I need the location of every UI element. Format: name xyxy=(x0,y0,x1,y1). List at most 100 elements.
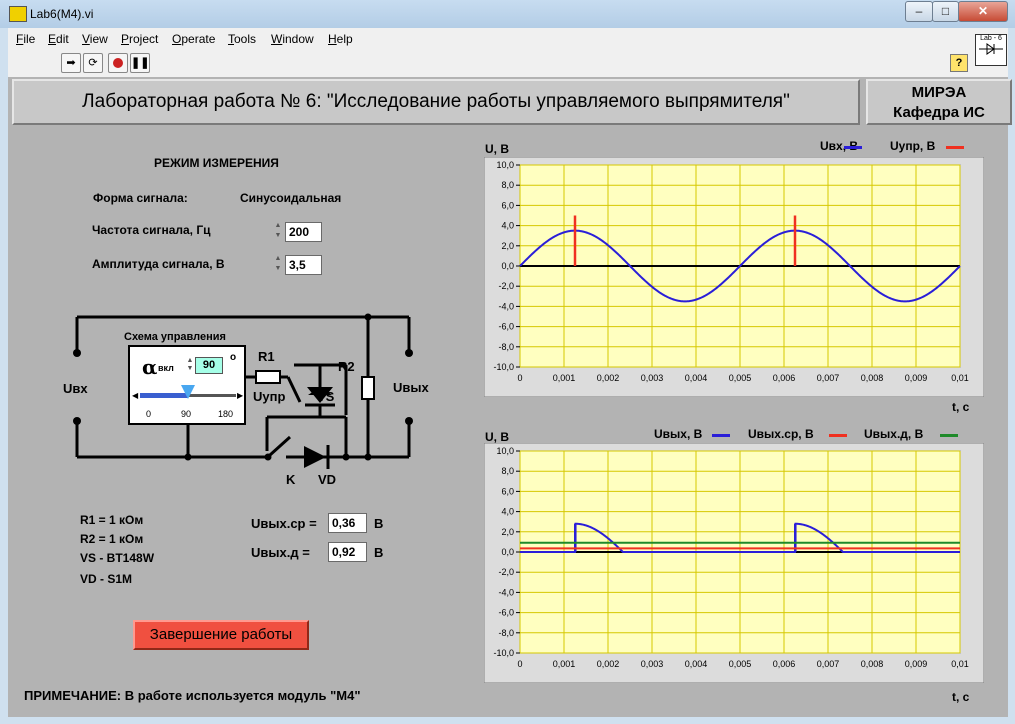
menu-project[interactable]: Project xyxy=(121,32,158,46)
increment-icon[interactable]: ▲ xyxy=(273,254,283,264)
graph2-legend-uavg-swatch xyxy=(829,434,847,437)
avg-voltage-label: Uвых.ср = xyxy=(251,516,317,531)
y-tick-label: 0,0 xyxy=(501,547,514,557)
y-tick-label: 0,0 xyxy=(501,261,514,271)
x-tick-label: 0,009 xyxy=(905,659,928,669)
y-tick-label: -8,0 xyxy=(498,628,514,638)
graph1-ylabel: U, В xyxy=(485,142,509,156)
menu-operate-label: perate xyxy=(181,32,216,46)
header-box: Лабораторная работа № 6: "Исследование р… xyxy=(12,79,860,125)
menu-view-accel: V xyxy=(82,32,90,46)
graph1-legend-uin-swatch xyxy=(844,146,862,149)
vi-icon-label: Lab - 6 xyxy=(980,35,1002,42)
y-tick-label: 4,0 xyxy=(501,221,514,231)
x-tick-label: 0,006 xyxy=(773,373,796,383)
freq-input[interactable]: 200 xyxy=(285,222,322,242)
alpha-spinner[interactable]: ▲ ▼ xyxy=(185,357,195,373)
menu-operate[interactable]: Operate xyxy=(172,32,215,46)
increment-icon[interactable]: ▲ xyxy=(185,357,195,365)
menu-help[interactable]: Help xyxy=(328,32,353,46)
y-tick-label: -4,0 xyxy=(498,301,514,311)
y-tick-label: 6,0 xyxy=(501,486,514,496)
freq-label: Частота сигнала, Гц xyxy=(92,223,211,237)
menu-operate-accel: O xyxy=(172,32,182,46)
k-label: K xyxy=(286,472,296,487)
graph-output-signals[interactable]: 0 0,001 0,002 0,003 0,004 0,005 0,006 0,007 0,00… xyxy=(484,443,984,683)
y-tick-label: 4,0 xyxy=(501,507,514,517)
alpha-slider-thumb[interactable] xyxy=(181,385,195,399)
x-tick-label: 0,005 xyxy=(729,659,752,669)
menu-help-accel: H xyxy=(328,32,337,46)
x-tick-label: 0,007 xyxy=(817,373,840,383)
graph2-legend-urms: Uвых.д, В xyxy=(864,427,924,441)
x-tick-label: 0,001 xyxy=(553,659,576,669)
x-tick-label: 0,005 xyxy=(729,373,752,383)
y-tick-label: -10,0 xyxy=(493,362,514,372)
decrement-icon[interactable]: ▼ xyxy=(185,365,195,373)
x-tick-label: 0,006 xyxy=(773,659,796,669)
alpha-input[interactable]: 90 xyxy=(195,357,223,374)
menu-file[interactable]: File xyxy=(16,32,35,46)
slider-left-arrow-icon[interactable]: ◀ xyxy=(132,391,138,400)
control-circuit-title: Схема управления xyxy=(124,331,226,343)
menu-edit[interactable]: Edit xyxy=(48,32,69,46)
x-tick-label: 0,004 xyxy=(685,373,708,383)
x-tick-label: 0,003 xyxy=(641,659,664,669)
y-tick-label: 8,0 xyxy=(501,466,514,476)
menu-tools[interactable]: Tools xyxy=(228,32,256,46)
context-help-button[interactable]: ? xyxy=(950,54,968,72)
pause-icon[interactable]: ❚❚ xyxy=(130,53,150,73)
menu-window-label: indow xyxy=(282,32,314,46)
menu-project-accel: P xyxy=(121,32,130,46)
abort-icon[interactable] xyxy=(108,53,128,73)
menu-view[interactable]: View xyxy=(82,32,108,46)
amp-spinner[interactable]: ▲ ▼ xyxy=(273,254,283,274)
menu-window[interactable]: Window xyxy=(271,32,314,46)
x-tick-label: 0,001 xyxy=(553,373,576,383)
signal-form-value: Синусоидальная xyxy=(240,191,342,205)
graph2-legend-uout-swatch xyxy=(712,434,730,437)
org-department: Кафедра ИС xyxy=(893,104,985,121)
decrement-icon[interactable]: ▼ xyxy=(273,264,283,274)
exit-button[interactable]: Завершение работы xyxy=(133,620,309,650)
amp-input[interactable]: 3,5 xyxy=(285,255,322,275)
maximize-button[interactable]: □ xyxy=(932,1,959,22)
y-tick-label: -6,0 xyxy=(498,608,514,618)
amp-label: Амплитуда сигнала, В xyxy=(92,257,225,271)
menu-help-label: elp xyxy=(336,32,353,46)
x-tick-label: 0,009 xyxy=(905,373,928,383)
vi-icon: Lab - 6 xyxy=(975,34,1007,66)
x-tick-label: 0,01 xyxy=(951,659,969,669)
graph-input-signals[interactable]: 0 0,001 0,002 0,003 0,004 0,005 0,006 0,007 0,00… xyxy=(484,157,984,397)
y-tick-label: -2,0 xyxy=(498,281,514,291)
close-button[interactable]: ✕ xyxy=(958,1,1008,22)
y-tick-label: 10,0 xyxy=(496,446,514,456)
component-r1: R1 = 1 кОм xyxy=(80,513,144,527)
run-arrow-icon[interactable]: ➡ xyxy=(61,53,81,73)
menu-file-label: ile xyxy=(23,32,36,46)
graph2-legend-uavg: Uвых.ср, В xyxy=(748,427,814,441)
window-title: Lab6(M4).vi xyxy=(30,7,94,21)
decrement-icon[interactable]: ▼ xyxy=(273,231,283,241)
graph2-legend-uout: Uвых, В xyxy=(654,427,703,441)
control-box: α вкл ▲ ▼ 90 о ◀ ▶ 0 90 180 xyxy=(128,345,246,425)
y-tick-label: -10,0 xyxy=(493,648,514,658)
minimize-button[interactable]: – xyxy=(905,1,933,22)
slider-right-arrow-icon[interactable]: ▶ xyxy=(237,391,243,400)
x-tick-label: 0,008 xyxy=(861,373,884,383)
freq-spinner[interactable]: ▲ ▼ xyxy=(273,221,283,241)
increment-icon[interactable]: ▲ xyxy=(273,221,283,231)
menu-edit-label: dit xyxy=(56,32,69,46)
title-bar[interactable]: Lab6(M4).vi – □ ✕ xyxy=(0,0,1015,28)
note: ПРИМЕЧАНИЕ: В работе используется модуль… xyxy=(24,688,361,703)
org-box: МИРЭА Кафедра ИС xyxy=(866,79,1012,125)
avg-voltage-unit: В xyxy=(374,516,384,531)
run-continuously-icon[interactable]: ⟳ xyxy=(83,53,103,73)
x-tick-label: 0,01 xyxy=(951,373,969,383)
r1-label: R1 xyxy=(258,349,275,364)
slider-min-label: 0 xyxy=(146,409,152,419)
vs-label: VS xyxy=(317,389,335,404)
component-r2: R2 = 1 кОм xyxy=(80,532,144,546)
graph2-xlabel: t, с xyxy=(952,690,970,704)
degree-unit: о xyxy=(230,352,237,363)
